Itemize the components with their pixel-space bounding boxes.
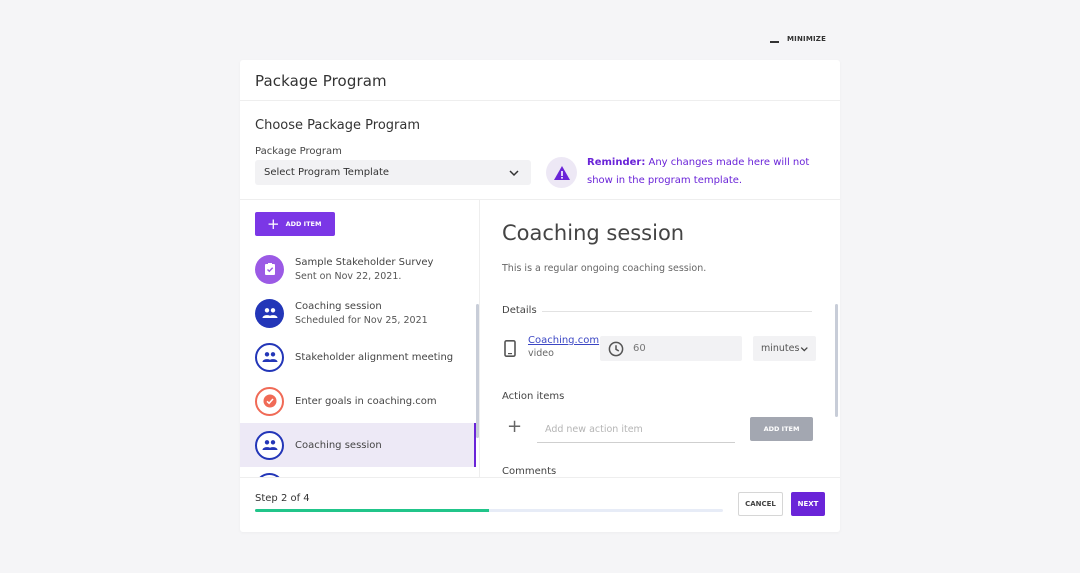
survey-check-icon bbox=[255, 254, 284, 284]
item-title: Enter goals in coaching.com bbox=[295, 395, 437, 407]
add-action-plus-icon[interactable]: + bbox=[507, 418, 522, 436]
step-indicator: Step 2 of 4 bbox=[255, 493, 310, 504]
minimize-icon bbox=[770, 41, 779, 43]
list-item[interactable]: Stakeholder alignment meeting bbox=[240, 335, 476, 379]
item-subtitle: Sent on Nov 22, 2021. bbox=[295, 270, 402, 282]
minimize-label: MINIMIZE bbox=[787, 34, 827, 43]
minimize-button[interactable]: MINIMIZE bbox=[770, 34, 826, 43]
divider bbox=[240, 477, 840, 478]
mobile-phone-icon bbox=[504, 340, 516, 357]
divider bbox=[542, 311, 812, 312]
add-item-button[interactable]: + ADD ITEM bbox=[255, 212, 335, 236]
details-label: Details bbox=[502, 305, 537, 316]
modal-header: Package Program bbox=[240, 60, 840, 101]
package-program-label: Package Program bbox=[255, 146, 342, 157]
add-item-label: ADD ITEM bbox=[285, 220, 322, 228]
warning-icon bbox=[553, 165, 570, 180]
group-icon bbox=[255, 298, 284, 328]
reminder-text: Reminder: Any changes made here will not… bbox=[587, 154, 827, 190]
add-action-item-button[interactable]: ADD ITEM bbox=[750, 417, 813, 441]
plus-icon: + bbox=[267, 214, 280, 233]
modal-title: Package Program bbox=[255, 72, 387, 90]
program-items-pane: + ADD ITEM Sample Stakeholder Survey Sen… bbox=[240, 200, 480, 477]
duration-unit-select[interactable]: minutes bbox=[753, 336, 816, 361]
action-items-label: Action items bbox=[502, 391, 565, 402]
list-item[interactable]: Sample Stakeholder Survey Sent on Nov 22… bbox=[240, 247, 476, 291]
chevron-down-icon bbox=[509, 169, 519, 176]
next-button[interactable]: NEXT bbox=[791, 492, 825, 516]
vendor-type: video bbox=[528, 348, 554, 359]
item-title: Stakeholder alignment meeting bbox=[295, 351, 454, 363]
list-item-selected[interactable]: Coaching session bbox=[240, 423, 476, 467]
program-items-list: Sample Stakeholder Survey Sent on Nov 22… bbox=[240, 247, 476, 477]
group-icon bbox=[255, 342, 284, 372]
item-title: Coaching session bbox=[295, 439, 382, 451]
cancel-button[interactable]: CANCEL bbox=[738, 492, 783, 516]
warning-badge bbox=[546, 157, 577, 188]
reminder-bold: Reminder: bbox=[587, 157, 646, 168]
goal-check-icon bbox=[255, 386, 284, 416]
scrollbar[interactable] bbox=[476, 304, 479, 438]
duration-value: 60 bbox=[633, 343, 646, 354]
list-item[interactable] bbox=[240, 467, 476, 477]
list-item[interactable]: Coaching session Scheduled for Nov 25, 2… bbox=[240, 291, 476, 335]
progress-bar bbox=[255, 509, 723, 512]
scrollbar[interactable] bbox=[835, 304, 838, 417]
detail-title: Coaching session bbox=[502, 221, 685, 245]
duration-unit-value: minutes bbox=[761, 343, 800, 354]
choose-heading: Choose Package Program bbox=[255, 118, 420, 133]
duration-input[interactable]: 60 bbox=[600, 336, 742, 361]
select-value: Select Program Template bbox=[264, 167, 390, 178]
list-item[interactable]: Enter goals in coaching.com bbox=[240, 379, 476, 423]
group-icon bbox=[255, 430, 284, 460]
action-item-input[interactable] bbox=[537, 417, 735, 443]
clock-icon bbox=[608, 341, 624, 356]
program-template-select[interactable]: Select Program Template bbox=[255, 160, 531, 185]
detail-description: This is a regular ongoing coaching sessi… bbox=[502, 263, 707, 274]
chevron-down-icon bbox=[801, 346, 809, 351]
meeting-vendor: Coaching.com video bbox=[528, 335, 599, 359]
vendor-link[interactable]: Coaching.com bbox=[528, 335, 599, 346]
item-title: Coaching session bbox=[295, 300, 382, 312]
progress-bar-fill bbox=[255, 509, 489, 512]
item-title: Sample Stakeholder Survey bbox=[295, 256, 434, 268]
comments-label: Comments bbox=[502, 466, 557, 477]
item-detail-pane: Coaching session This is a regular ongoi… bbox=[480, 200, 840, 477]
package-program-modal: Package Program Choose Package Program P… bbox=[240, 60, 840, 532]
item-subtitle: Scheduled for Nov 25, 2021 bbox=[295, 314, 428, 326]
